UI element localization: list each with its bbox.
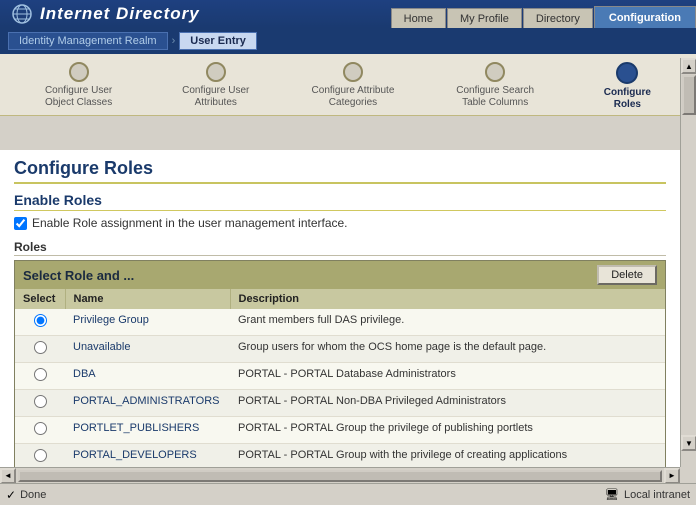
row-name-1: Privilege Group xyxy=(65,309,230,336)
table-row: PORTAL_ADMINISTRATORS PORTAL - PORTAL No… xyxy=(15,390,665,417)
radio-5[interactable] xyxy=(34,422,47,435)
step-label-3: Configure Attribute Categories xyxy=(312,85,395,109)
tab-directory[interactable]: Directory xyxy=(523,8,593,28)
status-text: Done xyxy=(20,489,46,501)
table-row: DBA PORTAL - PORTAL Database Administrat… xyxy=(15,363,665,390)
table-row: Unavailable Group users for whom the OCS… xyxy=(15,336,665,363)
row-name-2: Unavailable xyxy=(65,336,230,363)
wizard-step-4[interactable]: Configure Search Table Columns xyxy=(435,62,555,109)
col-description: Description xyxy=(230,289,665,309)
wizard-steps: Configure User Object Classes Configure … xyxy=(0,54,696,116)
globe-icon xyxy=(12,4,32,24)
col-name: Name xyxy=(65,289,230,309)
radio-3[interactable] xyxy=(34,368,47,381)
row-name-6: PORTAL_DEVELOPERS xyxy=(65,444,230,468)
step-label-4: Configure Search Table Columns xyxy=(456,85,534,109)
status-left: ✓ Done xyxy=(6,488,46,502)
row-desc-4: PORTAL - PORTAL Non-DBA Privileged Admin… xyxy=(230,390,665,417)
page-heading: Configure Roles xyxy=(14,158,666,184)
radio-6[interactable] xyxy=(34,449,47,462)
step-label-1: Configure User Object Classes xyxy=(45,85,112,109)
table-header-row: Select Name Description xyxy=(15,289,665,309)
enable-roles-checkbox[interactable] xyxy=(14,217,27,230)
app-title-area: Internet Directory xyxy=(0,4,200,24)
row-select-4 xyxy=(15,390,65,417)
radio-1[interactable] xyxy=(34,314,47,327)
app-title: Internet Directory xyxy=(40,4,200,24)
table-row: PORTLET_PUBLISHERS PORTAL - PORTAL Group… xyxy=(15,417,665,444)
radio-4[interactable] xyxy=(34,395,47,408)
tab-my-profile[interactable]: My Profile xyxy=(447,8,522,28)
row-select-1 xyxy=(15,309,65,336)
step-label-2: Configure User Attributes xyxy=(182,85,249,109)
row-name-3: DBA xyxy=(65,363,230,390)
row-name-5: PORTLET_PUBLISHERS xyxy=(65,417,230,444)
roles-table-header-bar: Select Role and ... Delete xyxy=(15,261,665,289)
wizard-step-5[interactable]: Configure Roles xyxy=(582,62,672,111)
delete-button[interactable]: Delete xyxy=(597,265,657,285)
row-name-4: PORTAL_ADMINISTRATORS xyxy=(65,390,230,417)
tab-home[interactable]: Home xyxy=(391,8,446,28)
scroll-up-button[interactable]: ▲ xyxy=(681,58,696,74)
nav-tabs: Home My Profile Directory Configuration xyxy=(391,0,696,28)
row-select-3 xyxy=(15,363,65,390)
roles-table-container: Select Role and ... Delete Select Name D… xyxy=(14,260,666,467)
step-circle-4 xyxy=(485,62,505,82)
step-label-5: Configure Roles xyxy=(604,87,651,111)
scroll-thumb[interactable] xyxy=(682,75,696,115)
col-select: Select xyxy=(15,289,65,309)
wizard-step-3[interactable]: Configure Attribute Categories xyxy=(298,62,408,109)
step-circle-5 xyxy=(616,62,638,84)
wizard-step-2[interactable]: Configure User Attributes xyxy=(161,62,271,109)
step-circle-1 xyxy=(69,62,89,82)
step-circle-2 xyxy=(206,62,226,82)
tab-configuration[interactable]: Configuration xyxy=(594,6,696,28)
radio-2[interactable] xyxy=(34,341,47,354)
scroll-h-thumb[interactable] xyxy=(18,470,662,482)
row-desc-3: PORTAL - PORTAL Database Administrators xyxy=(230,363,665,390)
roles-table: Select Name Description Privilege Group … xyxy=(15,289,665,467)
row-desc-5: PORTAL - PORTAL Group the privilege of p… xyxy=(230,417,665,444)
table-row: PORTAL_DEVELOPERS PORTAL - PORTAL Group … xyxy=(15,444,665,468)
step-circle-3 xyxy=(343,62,363,82)
checkbox-row: Enable Role assignment in the user manag… xyxy=(14,216,666,230)
roles-table-body: Privilege Group Grant members full DAS p… xyxy=(15,309,665,467)
status-bar: ✓ Done 🖥 Local intranet xyxy=(0,483,696,505)
row-desc-1: Grant members full DAS privilege. xyxy=(230,309,665,336)
breadcrumb-realm[interactable]: Identity Management Realm xyxy=(8,32,168,50)
scroll-down-button[interactable]: ▼ xyxy=(681,435,696,451)
top-bar: Internet Directory Home My Profile Direc… xyxy=(0,0,696,28)
network-icon: 🖥 xyxy=(605,488,619,501)
row-select-2 xyxy=(15,336,65,363)
breadcrumb-bar: Identity Management Realm › User Entry xyxy=(0,28,696,54)
row-select-6 xyxy=(15,444,65,468)
scroll-right-button[interactable]: ► xyxy=(664,468,680,484)
enable-roles-label: Enable Role assignment in the user manag… xyxy=(32,216,348,230)
scroll-left-button[interactable]: ◄ xyxy=(0,468,16,484)
scrollbar-horizontal[interactable]: ◄ ► xyxy=(0,467,680,483)
roles-section-label: Roles xyxy=(14,240,666,256)
row-desc-2: Group users for whom the OCS home page i… xyxy=(230,336,665,363)
status-right: 🖥 Local intranet xyxy=(605,488,690,501)
enable-roles-heading: Enable Roles xyxy=(14,192,666,211)
table-row: Privilege Group Grant members full DAS p… xyxy=(15,309,665,336)
roles-table-title: Select Role and ... xyxy=(23,268,134,283)
wizard-step-1[interactable]: Configure User Object Classes xyxy=(24,62,134,109)
network-label: Local intranet xyxy=(624,489,690,501)
breadcrumb-user-entry[interactable]: User Entry xyxy=(179,32,257,50)
scrollbar-vertical[interactable]: ▲ ▼ xyxy=(680,58,696,467)
row-select-5 xyxy=(15,417,65,444)
breadcrumb-separator: › xyxy=(172,35,176,47)
main-content: Configure Roles Enable Roles Enable Role… xyxy=(0,150,680,467)
status-icon: ✓ xyxy=(6,488,16,502)
row-desc-6: PORTAL - PORTAL Group with the privilege… xyxy=(230,444,665,468)
